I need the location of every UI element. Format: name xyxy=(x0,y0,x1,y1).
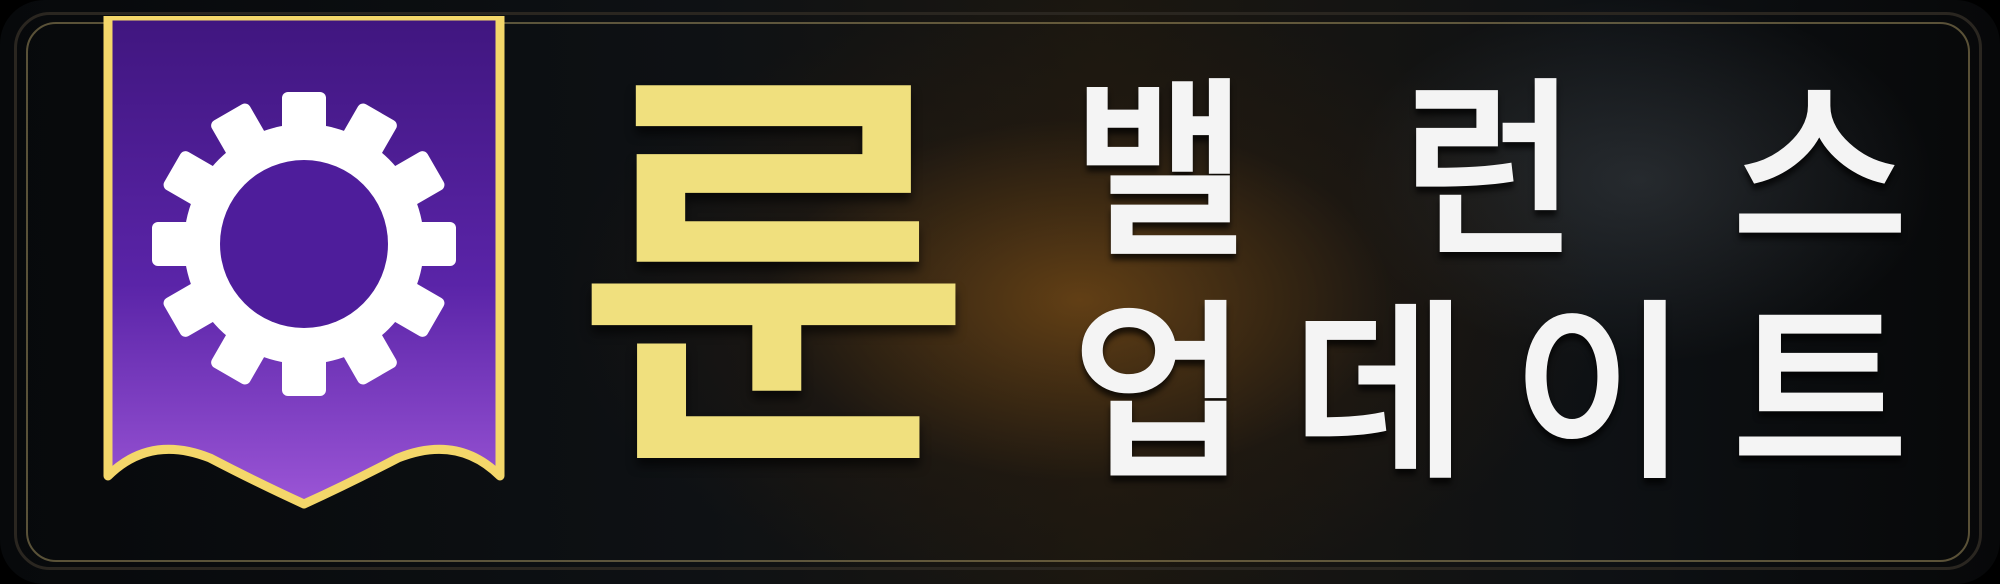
subtitle-char: 데 xyxy=(1292,284,1468,505)
rune-title: 룬 xyxy=(576,38,972,527)
subtitle-char: 트 xyxy=(1732,284,1908,505)
subtitle-char: 이 xyxy=(1512,284,1688,505)
title-char: 런 xyxy=(1402,62,1578,283)
rune-balance-update-banner: 룬 밸 런 스 업 데 이 트 xyxy=(0,0,2000,584)
title-char: 밸 xyxy=(1072,62,1248,283)
subtitle-char: 업 xyxy=(1072,284,1248,505)
ribbon-badge xyxy=(103,16,505,509)
title-char: 스 xyxy=(1732,62,1908,283)
